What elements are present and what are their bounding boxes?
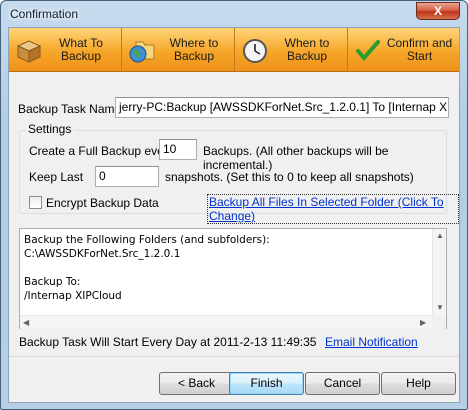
vertical-scrollbar[interactable]: ▲ ▼ xyxy=(432,229,446,315)
help-button[interactable]: Help xyxy=(381,372,456,395)
scroll-down-icon[interactable]: ▼ xyxy=(436,303,444,313)
title-bar[interactable]: Confirmation X xyxy=(1,1,467,27)
step-when-to-backup[interactable]: When to Backup xyxy=(235,28,348,72)
close-button[interactable]: X xyxy=(416,2,460,20)
step-label: Confirm and Start xyxy=(386,36,453,63)
clock-icon xyxy=(243,39,267,63)
settings-title: Settings xyxy=(25,122,75,136)
task-name-input[interactable]: jerry-PC:Backup [AWSSDKForNet.Src_1.2.0.… xyxy=(115,97,449,118)
backup-all-files-link[interactable]: Backup All Files In Selected Folder (Cli… xyxy=(207,194,459,224)
separator xyxy=(9,356,459,357)
full-backup-label: Create a Full Backup every xyxy=(29,144,174,158)
scroll-right-icon[interactable]: ▶ xyxy=(420,318,426,328)
keep-last-label: Keep Last xyxy=(29,170,84,184)
window-title: Confirmation xyxy=(10,7,79,21)
scroll-left-icon[interactable]: ◀ xyxy=(23,318,29,328)
full-backup-suffix: Backups. (All other backups will be incr… xyxy=(203,144,389,172)
schedule-text: Backup Task Will Start Every Day at 2011… xyxy=(19,335,317,349)
step-label: When to Backup xyxy=(284,36,330,63)
dialog-body: What To Backup Where to Backup When to B… xyxy=(8,27,460,403)
backup-summary-box[interactable]: Backup the Following Folders (and subfol… xyxy=(19,228,447,329)
full-backup-count-input[interactable]: 10 xyxy=(159,139,197,160)
box-icon xyxy=(16,40,42,63)
step-label: What To Backup xyxy=(59,36,103,63)
wizard-steps: What To Backup Where to Backup When to B… xyxy=(9,28,459,72)
scroll-up-icon[interactable]: ▲ xyxy=(436,231,444,241)
step-label: Where to Backup xyxy=(169,36,219,63)
scrollbar-corner xyxy=(432,315,446,329)
encrypt-label[interactable]: Encrypt Backup Data xyxy=(46,196,159,210)
step-where-to-backup[interactable]: Where to Backup xyxy=(122,28,235,72)
globe-folder-icon xyxy=(129,41,155,63)
cancel-button[interactable]: Cancel xyxy=(305,372,380,395)
confirmation-dialog: Confirmation X What To Backup Where to B xyxy=(0,0,468,410)
keep-last-input[interactable]: 0 xyxy=(95,166,159,187)
step-what-to-backup[interactable]: What To Backup xyxy=(9,28,122,72)
back-button[interactable]: < Back xyxy=(159,372,234,395)
keep-last-suffix: snapshots. (Set this to 0 to keep all sn… xyxy=(165,170,414,184)
backup-summary-text: Backup the Following Folders (and subfol… xyxy=(24,234,270,302)
horizontal-scrollbar[interactable]: ◀ ▶ xyxy=(20,315,432,329)
step-confirm-and-start[interactable]: Confirm and Start xyxy=(348,28,459,72)
encrypt-checkbox[interactable] xyxy=(29,196,42,209)
finish-button[interactable]: Finish xyxy=(229,372,304,395)
task-name-label: Backup Task Name xyxy=(18,102,122,116)
email-notification-link[interactable]: Email Notification xyxy=(325,335,418,349)
checkmark-icon xyxy=(356,40,380,62)
